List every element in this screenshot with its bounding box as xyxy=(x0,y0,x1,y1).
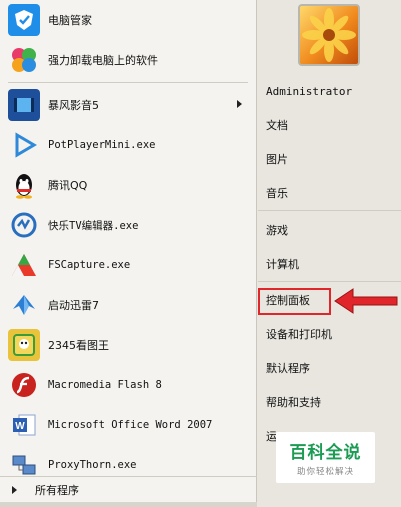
program-label: ProxyThorn.exe xyxy=(48,459,137,471)
program-item-potplayer[interactable]: PotPlayerMini.exe xyxy=(0,125,256,165)
separator xyxy=(8,82,248,83)
word-icon: W xyxy=(8,409,40,441)
program-item-xunlei[interactable]: 启动迅雷7 xyxy=(0,285,256,325)
qq-penguin-icon xyxy=(8,169,40,201)
watermark-logo: 百科全说 助你轻松解决 xyxy=(276,432,375,483)
program-label: 腾讯QQ xyxy=(48,179,88,192)
control-panel-link[interactable]: 控制面板 xyxy=(266,290,310,312)
flower-picture xyxy=(302,8,356,62)
start-menu: 电脑管家 强力卸载电脑上的软件 暴风影音5 PotPlayerMini.exe … xyxy=(0,0,401,507)
tencent-pc-manager-icon xyxy=(8,4,40,36)
programs-pane: 电脑管家 强力卸载电脑上的软件 暴风影音5 PotPlayerMini.exe … xyxy=(0,0,257,507)
triangle-right-icon xyxy=(12,485,17,494)
program-label: Microsoft Office Word 2007 xyxy=(48,419,213,431)
user-avatar[interactable] xyxy=(298,4,360,66)
program-label: 快乐TV编辑器.exe xyxy=(48,219,139,232)
program-item-fscapture[interactable]: FSCapture.exe xyxy=(0,245,256,285)
watermark-subtitle: 助你轻松解决 xyxy=(296,467,354,477)
games-link[interactable]: 游戏 xyxy=(266,220,288,242)
xunlei-icon xyxy=(8,289,40,321)
image-viewer-icon xyxy=(8,329,40,361)
all-programs-button[interactable]: 所有程序 xyxy=(0,476,257,502)
submenu-arrow-icon xyxy=(237,100,242,108)
program-label: 2345看图王 xyxy=(48,339,109,352)
help-support-link[interactable]: 帮助和支持 xyxy=(266,392,321,414)
program-item-baofeng[interactable]: 暴风影音5 xyxy=(0,85,256,125)
watermark-title: 百科全说 xyxy=(289,443,362,463)
pinned-list: 电脑管家 强力卸载电脑上的软件 xyxy=(0,0,256,80)
documents-link[interactable]: 文档 xyxy=(266,115,288,137)
tv-editor-icon xyxy=(8,209,40,241)
fscapture-icon xyxy=(8,249,40,281)
user-name-link[interactable]: Administrator xyxy=(266,81,352,103)
program-label: 强力卸载电脑上的软件 xyxy=(48,54,158,67)
program-label: 电脑管家 xyxy=(48,14,92,27)
svg-text:W: W xyxy=(15,421,25,432)
pictures-link[interactable]: 图片 xyxy=(266,149,288,171)
program-label: Macromedia Flash 8 xyxy=(48,379,162,391)
places-pane: Administrator 文档 图片 音乐 游戏 计算机 控制面板 设备和打印… xyxy=(258,0,401,507)
separator xyxy=(258,281,401,282)
default-programs-link[interactable]: 默认程序 xyxy=(266,358,310,380)
program-item-word[interactable]: W Microsoft Office Word 2007 xyxy=(0,405,256,445)
devices-printers-link[interactable]: 设备和打印机 xyxy=(266,324,332,346)
recent-list: 暴风影音5 PotPlayerMini.exe 腾讯QQ 快乐TV编辑器.exe… xyxy=(0,85,256,485)
program-label: FSCapture.exe xyxy=(48,259,131,271)
uninstall-icon xyxy=(8,44,40,76)
red-arrow-icon xyxy=(334,288,398,314)
program-label: 启动迅雷7 xyxy=(48,299,99,312)
program-item-pc-manager[interactable]: 电脑管家 xyxy=(0,0,256,40)
flash-icon xyxy=(8,369,40,401)
bottom-bar xyxy=(0,502,257,507)
baofeng-player-icon xyxy=(8,89,40,121)
separator xyxy=(258,210,401,211)
program-item-2345-viewer[interactable]: 2345看图王 xyxy=(0,325,256,365)
music-link[interactable]: 音乐 xyxy=(266,183,288,205)
program-label: 暴风影音5 xyxy=(48,99,99,112)
program-label: PotPlayerMini.exe xyxy=(48,139,156,151)
program-item-uninstall[interactable]: 强力卸载电脑上的软件 xyxy=(0,40,256,80)
all-programs-label: 所有程序 xyxy=(35,483,79,497)
program-item-flash[interactable]: Macromedia Flash 8 xyxy=(0,365,256,405)
potplayer-icon xyxy=(8,129,40,161)
program-item-qq[interactable]: 腾讯QQ xyxy=(0,165,256,205)
program-item-tv-editor[interactable]: 快乐TV编辑器.exe xyxy=(0,205,256,245)
computer-link[interactable]: 计算机 xyxy=(266,254,299,276)
